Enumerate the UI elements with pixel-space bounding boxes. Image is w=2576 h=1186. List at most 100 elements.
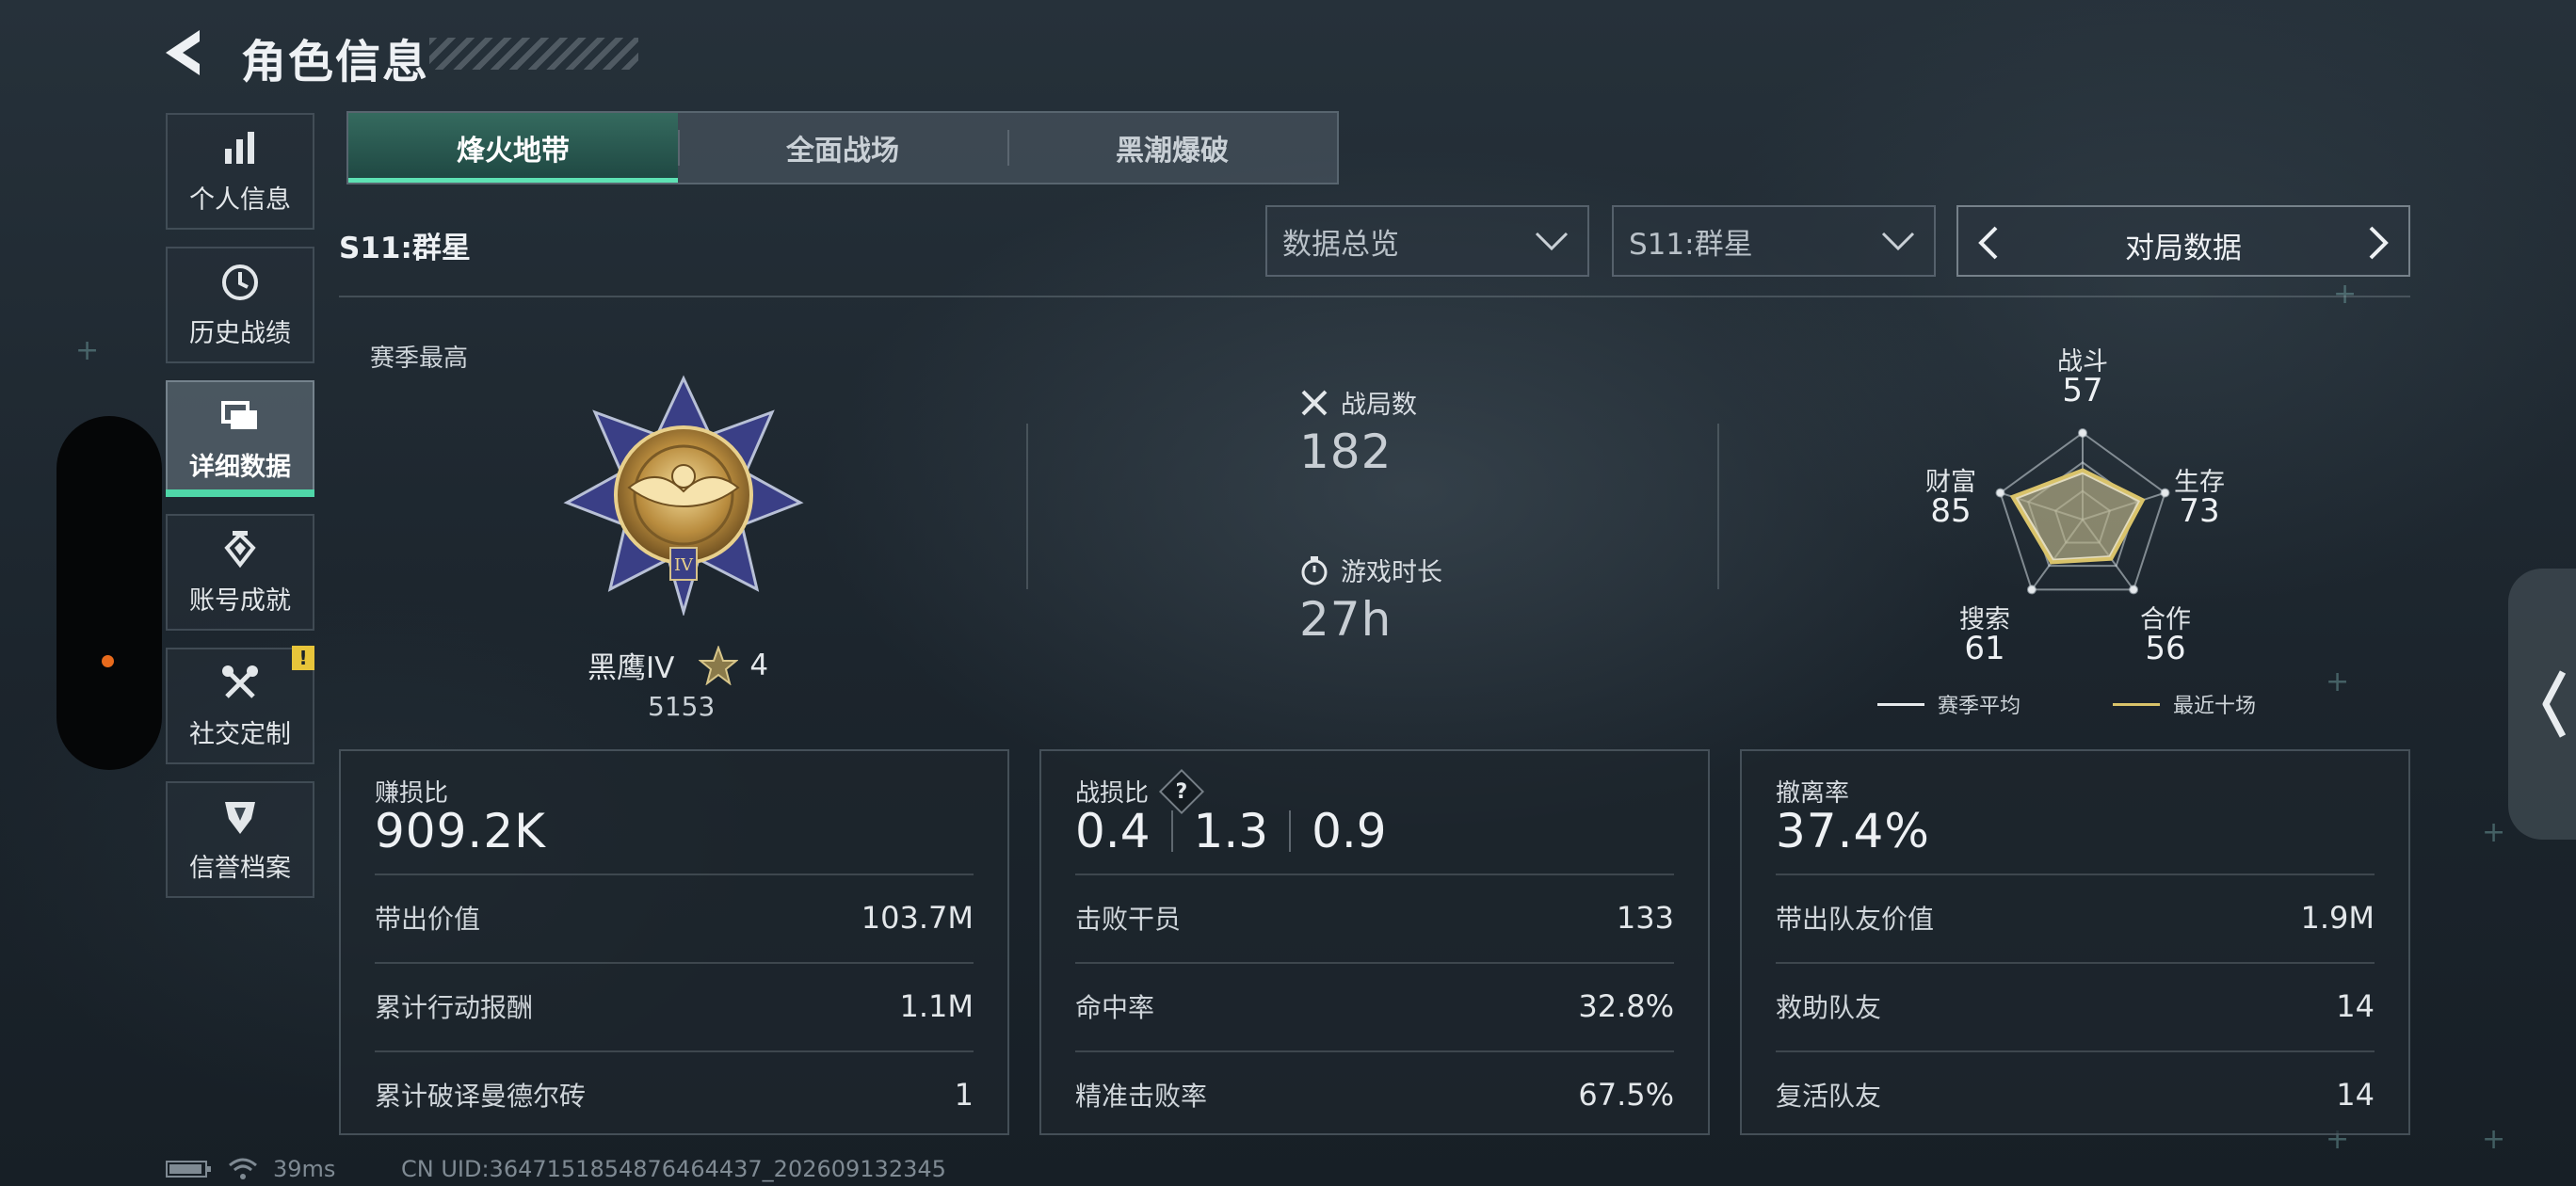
divider	[1026, 424, 1028, 589]
card-main-value: 37.4%	[1776, 804, 1930, 858]
legend-swatch	[2113, 702, 2160, 706]
season-high-label: 赛季最高	[370, 345, 469, 373]
sidebar-item-history[interactable]: 历史战绩	[166, 247, 314, 363]
notification-badge: !	[292, 646, 314, 670]
decor-plus: +	[2482, 816, 2506, 849]
decor-plus: +	[2482, 1123, 2506, 1156]
tab-black-tide[interactable]: 黑潮爆破	[1007, 113, 1337, 183]
decor-plus: +	[2333, 278, 2358, 311]
radar-axis-label: 搜索 61	[1959, 605, 2010, 667]
medal-icon	[224, 530, 256, 568]
page-title: 角色信息	[241, 36, 430, 88]
stat-label: 游戏时长	[1341, 558, 1442, 587]
legend-label: 赛季平均	[1938, 695, 2021, 718]
legend-season-avg: 赛季平均	[1877, 689, 2021, 719]
rank-info: 黑鹰IV 4	[588, 644, 768, 686]
stat-row: 累计破译曼德尔砖 1	[375, 1050, 974, 1137]
stat-row: 带出队友价值 1.9M	[1776, 873, 2375, 960]
season-dropdown[interactable]: S11:群星	[1612, 205, 1936, 277]
bar-chart-icon	[225, 131, 254, 164]
stat-row: 击败干员 133	[1075, 873, 1674, 960]
matches-stat: 战局数 182	[1299, 384, 1417, 479]
chevron-down-icon	[1881, 232, 1915, 251]
stat-value: 27h	[1299, 592, 1393, 647]
stat-row: 救助队友 14	[1776, 962, 2375, 1049]
overview-dropdown[interactable]: 数据总览	[1265, 205, 1589, 277]
radar-vertex-dot	[2078, 428, 2087, 438]
dropdown-value: 数据总览	[1282, 227, 1399, 262]
back-button[interactable]	[162, 26, 209, 79]
stat-row: 带出价值 103.7M	[375, 873, 974, 960]
radar-axis-label: 财富 85	[1925, 468, 1976, 530]
rank-points: 5153	[648, 691, 716, 722]
tools-icon	[222, 665, 258, 698]
season-title: S11:群星	[339, 232, 471, 265]
indicator-dot	[102, 655, 114, 667]
legend-recent: 最近十场	[2113, 689, 2256, 719]
clock-icon	[222, 264, 258, 300]
rank-stars: 4	[699, 645, 769, 685]
back-arrow-icon	[166, 30, 200, 75]
playtime-stat: 游戏时长 27h	[1299, 552, 1442, 647]
sidebar-item-label: 账号成就	[189, 585, 291, 616]
right-drawer-handle[interactable]	[2508, 569, 2576, 840]
mode-tab-bar: 烽火地带 全面战场 黑潮爆破	[346, 111, 1339, 184]
rank-medal-icon: IV	[563, 375, 804, 616]
wifi-icon	[229, 1158, 257, 1179]
radar-vertex-dot	[2129, 585, 2139, 595]
radar-axis-label: 合作 56	[2140, 605, 2191, 667]
rank-star-count: 4	[749, 648, 769, 682]
prev-arrow-icon[interactable]	[1970, 224, 2007, 262]
tab-full-battlefield[interactable]: 全面战场	[678, 113, 1007, 183]
extract-card: 撤离率 37.4% 带出队友价值 1.9M 救助队友 14 复活队友 14	[1740, 749, 2410, 1135]
svg-text:IV: IV	[674, 555, 694, 575]
sidebar-item-label: 历史战绩	[189, 318, 291, 348]
selector-value: 对局数据	[2125, 232, 2242, 265]
radar-recent-series	[2009, 468, 2146, 565]
sidebar-item-reputation[interactable]: 信誉档案	[166, 781, 314, 898]
crossed-swords-icon	[1301, 390, 1328, 415]
card-main-value: 909.2K	[375, 804, 546, 858]
stat-row: 复活队友 14	[1776, 1050, 2375, 1137]
next-arrow-icon[interactable]	[2359, 224, 2397, 262]
stat-value: 182	[1299, 425, 1393, 479]
sidebar-item-personal-info[interactable]: 个人信息	[166, 113, 314, 230]
shield-icon	[225, 801, 255, 834]
stack-icon	[221, 400, 257, 429]
legend-swatch	[1877, 702, 1924, 706]
combat-card: 战损比 ? 0.4 1.3 0.9 击败干员 133 命中率 32.8% 精准击败率…	[1039, 749, 1710, 1135]
user-uid: CN UID:3647151854876464437_202609132345	[401, 1156, 946, 1182]
radar-vertex-dot	[2026, 585, 2037, 595]
rank-name: 黑鹰IV	[588, 651, 675, 685]
sidebar-item-detailed-data[interactable]: 详细数据	[166, 380, 314, 497]
profit-card: 赚损比 909.2K 带出价值 103.7M 累计行动报酬 1.1M 累计破译曼德尔…	[339, 749, 1009, 1135]
radar-axis-label: 生存 73	[2174, 468, 2225, 530]
title-decoration	[429, 38, 638, 70]
star-icon	[699, 645, 739, 685]
decor-plus: +	[2326, 665, 2350, 698]
legend-label: 最近十场	[2173, 695, 2257, 718]
radar-vertex-dot	[1995, 488, 2005, 498]
decor-plus: +	[75, 334, 100, 367]
ping-value: 39ms	[273, 1156, 336, 1182]
stat-label: 战局数	[1341, 391, 1417, 420]
stat-row: 累计行动报酬 1.1M	[375, 962, 974, 1049]
data-type-selector: 对局数据	[1956, 205, 2410, 277]
chevron-left-icon	[2542, 670, 2567, 738]
battery-icon	[166, 1161, 211, 1178]
stopwatch-icon	[1301, 555, 1328, 585]
kd-ratios: 0.4 1.3 0.9	[1075, 804, 1387, 858]
sidebar-item-label: 个人信息	[189, 184, 291, 215]
sidebar-item-label: 详细数据	[189, 452, 291, 482]
side-pill	[56, 416, 162, 770]
stat-row: 精准击败率 67.5%	[1075, 1050, 1674, 1137]
radar-chart: 战斗 57 生存 73 合作 56 搜索 61 财富 85	[1894, 339, 2271, 678]
status-bar: 39ms	[166, 1156, 335, 1182]
sidebar-item-achievements[interactable]: 账号成就	[166, 514, 314, 631]
radar-axis-label: 战斗 57	[2057, 347, 2108, 409]
tab-hazard-zone[interactable]: 烽火地带	[348, 113, 678, 183]
sidebar-item-label: 社交定制	[189, 719, 291, 749]
divider	[1717, 424, 1719, 589]
stat-row: 命中率 32.8%	[1075, 962, 1674, 1049]
chevron-down-icon	[1535, 232, 1569, 251]
